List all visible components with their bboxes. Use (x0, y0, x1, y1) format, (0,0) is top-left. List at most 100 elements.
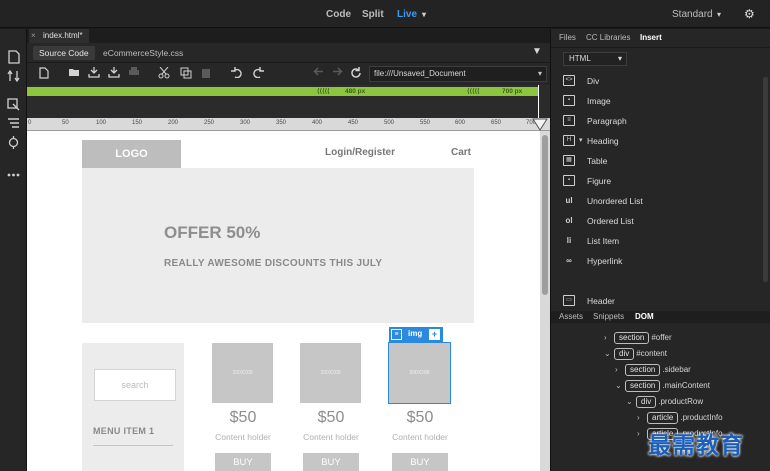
chevron-right-icon[interactable]: › (637, 427, 647, 441)
workspace-chevron-icon[interactable]: ▾ (717, 10, 721, 19)
media-query-range[interactable]: ⟨⟨⟨⟨⟨ 480 px ⟨⟨⟨⟨⟨ 700 px (27, 87, 539, 96)
chevron-right-icon[interactable]: › (637, 411, 647, 425)
insert-heading[interactable]: H ▾ Heading (551, 132, 751, 150)
dom-node[interactable]: ⌄ div #content (604, 347, 667, 363)
product-card[interactable]: 200X200 $50 Content holder BUY (300, 343, 362, 471)
insert-panel-scrollbar[interactable] (763, 77, 768, 282)
buy-button[interactable]: BUY (392, 453, 448, 471)
tab-snippets[interactable]: Snippets (593, 311, 624, 323)
logo[interactable]: LOGO (82, 140, 181, 168)
source-code-tab[interactable]: Source Code (33, 46, 95, 60)
close-icon[interactable]: × (31, 29, 36, 43)
insert-item-label: Heading (587, 136, 619, 146)
tab-files[interactable]: Files (559, 29, 576, 47)
dom-node[interactable]: › section #offer (604, 331, 672, 347)
insert-hyperlink[interactable]: ∞ Hyperlink (551, 252, 751, 270)
cut-icon[interactable] (157, 66, 171, 81)
dom-node[interactable]: ⌄ div .productRow (626, 395, 703, 411)
ruler-tick: 550 (420, 120, 431, 126)
tab-cc-libraries[interactable]: CC Libraries (586, 29, 630, 47)
hyperlink-icon: ∞ (566, 256, 572, 265)
live-view-canvas[interactable]: LOGO Login/Register Cart OFFER 50% REALL… (27, 131, 540, 471)
filter-icon[interactable]: ▼ (532, 46, 542, 57)
split-view-button[interactable]: Split (362, 9, 384, 20)
dom-node-name: .productRow (658, 397, 704, 406)
chevron-down-icon[interactable]: ⌄ (626, 395, 636, 409)
inspect-icon[interactable] (5, 98, 22, 114)
save-icon[interactable] (87, 67, 101, 81)
login-register-link[interactable]: Login/Register (325, 147, 395, 158)
insert-div[interactable]: <> Div (551, 72, 751, 90)
product-description: Content holder (392, 432, 448, 442)
dom-tag: section (625, 380, 661, 392)
insert-image[interactable]: ▪ Image (551, 92, 751, 110)
redo-icon[interactable] (251, 67, 265, 81)
url-chevron-icon[interactable]: ▾ (538, 67, 542, 81)
media-query-480[interactable]: 480 px (345, 87, 365, 96)
insert-list-item[interactable]: li List Item (551, 232, 751, 250)
copy-icon[interactable] (179, 67, 193, 81)
canvas-scrollbar[interactable] (540, 131, 550, 471)
element-display-badge[interactable]: ≡ img + (389, 327, 443, 342)
undo-icon[interactable] (230, 67, 244, 81)
insert-ordered-list[interactable]: ol Ordered List (551, 212, 751, 230)
dom-node[interactable]: › article .productInfo (637, 411, 723, 427)
file-icon[interactable] (5, 50, 22, 66)
url-field[interactable]: file:///Unsaved_Document ▾ (369, 66, 547, 82)
search-input[interactable]: search (94, 369, 176, 401)
code-view-button[interactable]: Code (326, 9, 351, 20)
tab-assets[interactable]: Assets (559, 311, 583, 323)
media-query-700[interactable]: 700 px (502, 87, 522, 96)
open-folder-icon[interactable] (67, 67, 81, 81)
new-file-icon[interactable] (37, 67, 51, 81)
dom-node-name: #content (636, 349, 667, 358)
chevron-down-icon[interactable]: ▾ (579, 136, 583, 144)
product-card[interactable]: 200X200 $50 Content holder BUY (388, 342, 451, 471)
product-image-selected[interactable]: 200X200 (388, 342, 451, 404)
insert-header[interactable]: ▭ Header (551, 292, 751, 310)
save-all-icon[interactable] (107, 67, 121, 81)
hamburger-menu-icon[interactable]: ≡ (391, 329, 402, 340)
menu-item[interactable]: MENU ITEM 1 (93, 426, 154, 436)
chevron-down-icon[interactable]: ⌄ (615, 379, 625, 393)
gear-icon[interactable]: ⚙ (744, 7, 755, 21)
list-icon[interactable] (5, 118, 22, 134)
sort-icon[interactable] (5, 69, 22, 86)
workspace-switcher[interactable]: Standard (672, 9, 713, 20)
buy-button[interactable]: BUY (303, 453, 359, 471)
add-class-plus-icon[interactable]: + (429, 329, 440, 340)
ruler-tick: 250 (204, 120, 215, 126)
dom-node[interactable]: › section .sidebar (615, 363, 691, 379)
buy-button[interactable]: BUY (215, 453, 271, 471)
insert-paragraph[interactable]: ≡ Paragraph (551, 112, 751, 130)
dom-node[interactable]: ⌄ section .mainContent (615, 379, 710, 395)
page-sidebar[interactable]: search MENU ITEM 1 (82, 343, 184, 471)
target-icon[interactable] (5, 136, 22, 152)
insert-item-label: List Item (587, 236, 620, 246)
offer-banner[interactable]: OFFER 50% REALLY AWESOME DISCOUNTS THIS … (82, 168, 474, 323)
chevron-right-icon[interactable]: › (604, 331, 614, 345)
live-options-chevron-icon[interactable]: ▾ (422, 10, 426, 19)
document-tab[interactable]: index.html* (29, 29, 89, 43)
insert-figure[interactable]: ▪ Figure (551, 172, 751, 190)
product-image[interactable]: 200X200 (300, 343, 361, 403)
cart-link[interactable]: Cart (451, 147, 471, 158)
tab-dom[interactable]: DOM (635, 311, 654, 323)
media-query-bar: ⟨⟨⟨⟨⟨ 480 px ⟨⟨⟨⟨⟨ 700 px (27, 85, 550, 118)
dom-node-name: .mainContent (662, 381, 710, 390)
chevron-right-icon[interactable]: › (615, 363, 625, 377)
insert-unordered-list[interactable]: ul Unordered List (551, 192, 751, 210)
more-icon[interactable] (5, 166, 22, 182)
refresh-icon[interactable] (349, 67, 363, 81)
chevron-down-icon[interactable]: ▾ (618, 53, 622, 65)
viewport-handle-icon[interactable] (532, 118, 548, 131)
product-image[interactable]: 200X200 (212, 343, 273, 403)
insert-category-select[interactable]: HTML ▾ (563, 52, 627, 66)
chevron-down-icon[interactable]: ⌄ (604, 347, 614, 361)
css-file-tab[interactable]: eCommerceStyle.css (103, 46, 183, 60)
scrollbar-thumb[interactable] (542, 135, 548, 295)
live-view-button[interactable]: Live (397, 9, 417, 20)
tab-insert[interactable]: Insert (640, 29, 662, 47)
product-card[interactable]: 200X200 $50 Content holder BUY (212, 343, 274, 471)
insert-table[interactable]: ▦ Table (551, 152, 751, 170)
